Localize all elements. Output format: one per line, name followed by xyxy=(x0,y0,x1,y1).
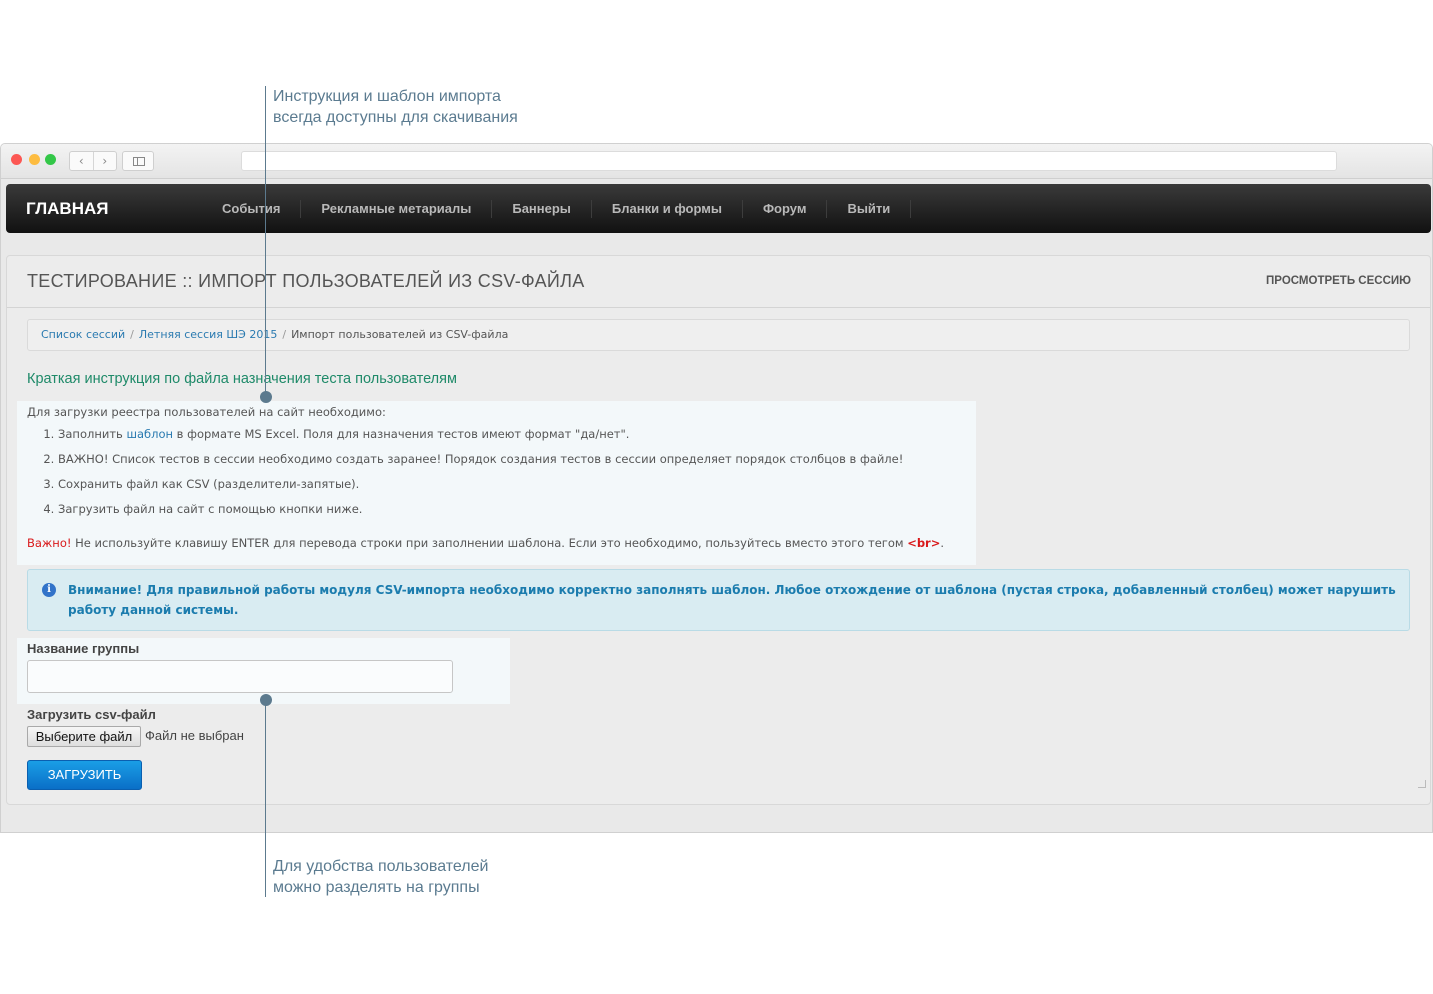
callout-bottom-dot xyxy=(260,694,272,706)
nav-item-events[interactable]: События xyxy=(202,199,302,218)
nav-item-forms[interactable]: Бланки и формы xyxy=(592,199,743,218)
breadcrumb-separator: / xyxy=(130,328,134,341)
view-session-link[interactable]: ПРОСМОТРЕТЬ СЕССИЮ xyxy=(1266,275,1411,287)
callout-top-line xyxy=(265,86,266,396)
panel-header: ТЕСТИРОВАНИЕ :: ИМПОРТ ПОЛЬЗОВАТЕЛЕЙ ИЗ … xyxy=(7,256,1430,308)
breadcrumb: Список сессий / Летняя сессия ШЭ 2015 / Импо… xyxy=(27,319,1410,351)
breadcrumb-session-link[interactable]: Летняя сессия ШЭ 2015 xyxy=(139,328,277,341)
breadcrumb-separator: / xyxy=(282,328,287,341)
page: Инструкция и шаблон импорта всегда досту… xyxy=(0,0,1433,994)
instructions-intro: Для загрузки реестра пользователей на са… xyxy=(27,405,386,419)
callout-bottom-line xyxy=(265,700,266,897)
list-item: ВАЖНО! Список тестов в сессии необходимо… xyxy=(58,447,966,472)
callout-bottom: Для удобства пользователей можно разделя… xyxy=(273,856,488,898)
callout-top-line2: всегда доступны для скачивания xyxy=(273,109,518,126)
content-panel: ТЕСТИРОВАНИЕ :: ИМПОРТ ПОЛЬЗОВАТЕЛЕЙ ИЗ … xyxy=(6,255,1431,805)
callout-top-dot xyxy=(260,391,272,403)
sidebar-toggle-icon[interactable] xyxy=(122,151,154,171)
group-name-label: Название группы xyxy=(27,641,140,656)
br-tag: <br> xyxy=(907,536,941,550)
callout-top: Инструкция и шаблон импорта всегда досту… xyxy=(273,86,518,128)
template-link[interactable]: шаблон xyxy=(126,427,173,441)
warning-label: Важно! xyxy=(27,536,72,550)
info-alert: i Внимание! Для правильной работы модуля… xyxy=(27,569,1410,631)
nav-item-logout[interactable]: Выйти xyxy=(827,199,912,218)
csv-upload-label: Загрузить csv-файл xyxy=(27,707,156,722)
group-name-input[interactable] xyxy=(27,660,453,693)
list-item: Сохранить файл как CSV (разделители-запя… xyxy=(58,472,966,497)
address-bar[interactable] xyxy=(241,151,1337,171)
instructions-list: Заполнить шаблон в формате MS Excel. Пол… xyxy=(58,422,966,522)
maximize-window-dot[interactable] xyxy=(45,154,56,165)
info-icon: i xyxy=(42,583,56,597)
alert-text: Внимание! Для правильной работы модуля C… xyxy=(68,583,1396,617)
file-status: Файл не выбран xyxy=(145,728,244,743)
warning-line: Важно! Не используйте клавишу ENTER для … xyxy=(27,536,945,550)
forward-icon[interactable]: › xyxy=(94,152,117,170)
upload-button[interactable]: ЗАГРУЗИТЬ xyxy=(27,760,142,790)
breadcrumb-sessions-link[interactable]: Список сессий xyxy=(41,328,125,341)
browser-titlebar: ‹ › xyxy=(1,144,1432,179)
nav-item-forum[interactable]: Форум xyxy=(743,199,828,218)
browser-window: ‹ › ГЛАВНАЯ События Рекламные метариалы … xyxy=(0,143,1433,833)
history-buttons: ‹ › xyxy=(69,151,117,171)
list-item: Заполнить шаблон в формате MS Excel. Пол… xyxy=(58,422,966,447)
back-icon[interactable]: ‹ xyxy=(70,152,94,170)
minimize-window-dot[interactable] xyxy=(29,154,40,165)
callout-top-line1: Инструкция и шаблон импорта xyxy=(273,88,501,105)
choose-file-button[interactable]: Выберите файл xyxy=(27,726,141,747)
site-navbar: ГЛАВНАЯ События Рекламные метариалы Банн… xyxy=(6,184,1431,233)
instructions-box: Для загрузки реестра пользователей на са… xyxy=(17,401,976,565)
callout-bottom-line1: Для удобства пользователей xyxy=(273,858,489,875)
nav-item-ad-materials[interactable]: Рекламные метариалы xyxy=(301,199,493,218)
callout-bottom-line2: можно разделять на группы xyxy=(273,879,480,896)
breadcrumb-current: Импорт пользователей из CSV-файла xyxy=(291,328,509,341)
list-item: Загрузить файл на сайт с помощью кнопки … xyxy=(58,497,966,522)
nav-brand-home[interactable]: ГЛАВНАЯ xyxy=(26,199,202,219)
nav-item-banners[interactable]: Баннеры xyxy=(492,199,592,218)
instructions-title: Краткая инструкция по файла назначения т… xyxy=(27,371,457,387)
close-window-dot[interactable] xyxy=(11,154,22,165)
resize-handle[interactable] xyxy=(1418,780,1426,788)
page-title: ТЕСТИРОВАНИЕ :: ИМПОРТ ПОЛЬЗОВАТЕЛЕЙ ИЗ … xyxy=(27,271,585,291)
